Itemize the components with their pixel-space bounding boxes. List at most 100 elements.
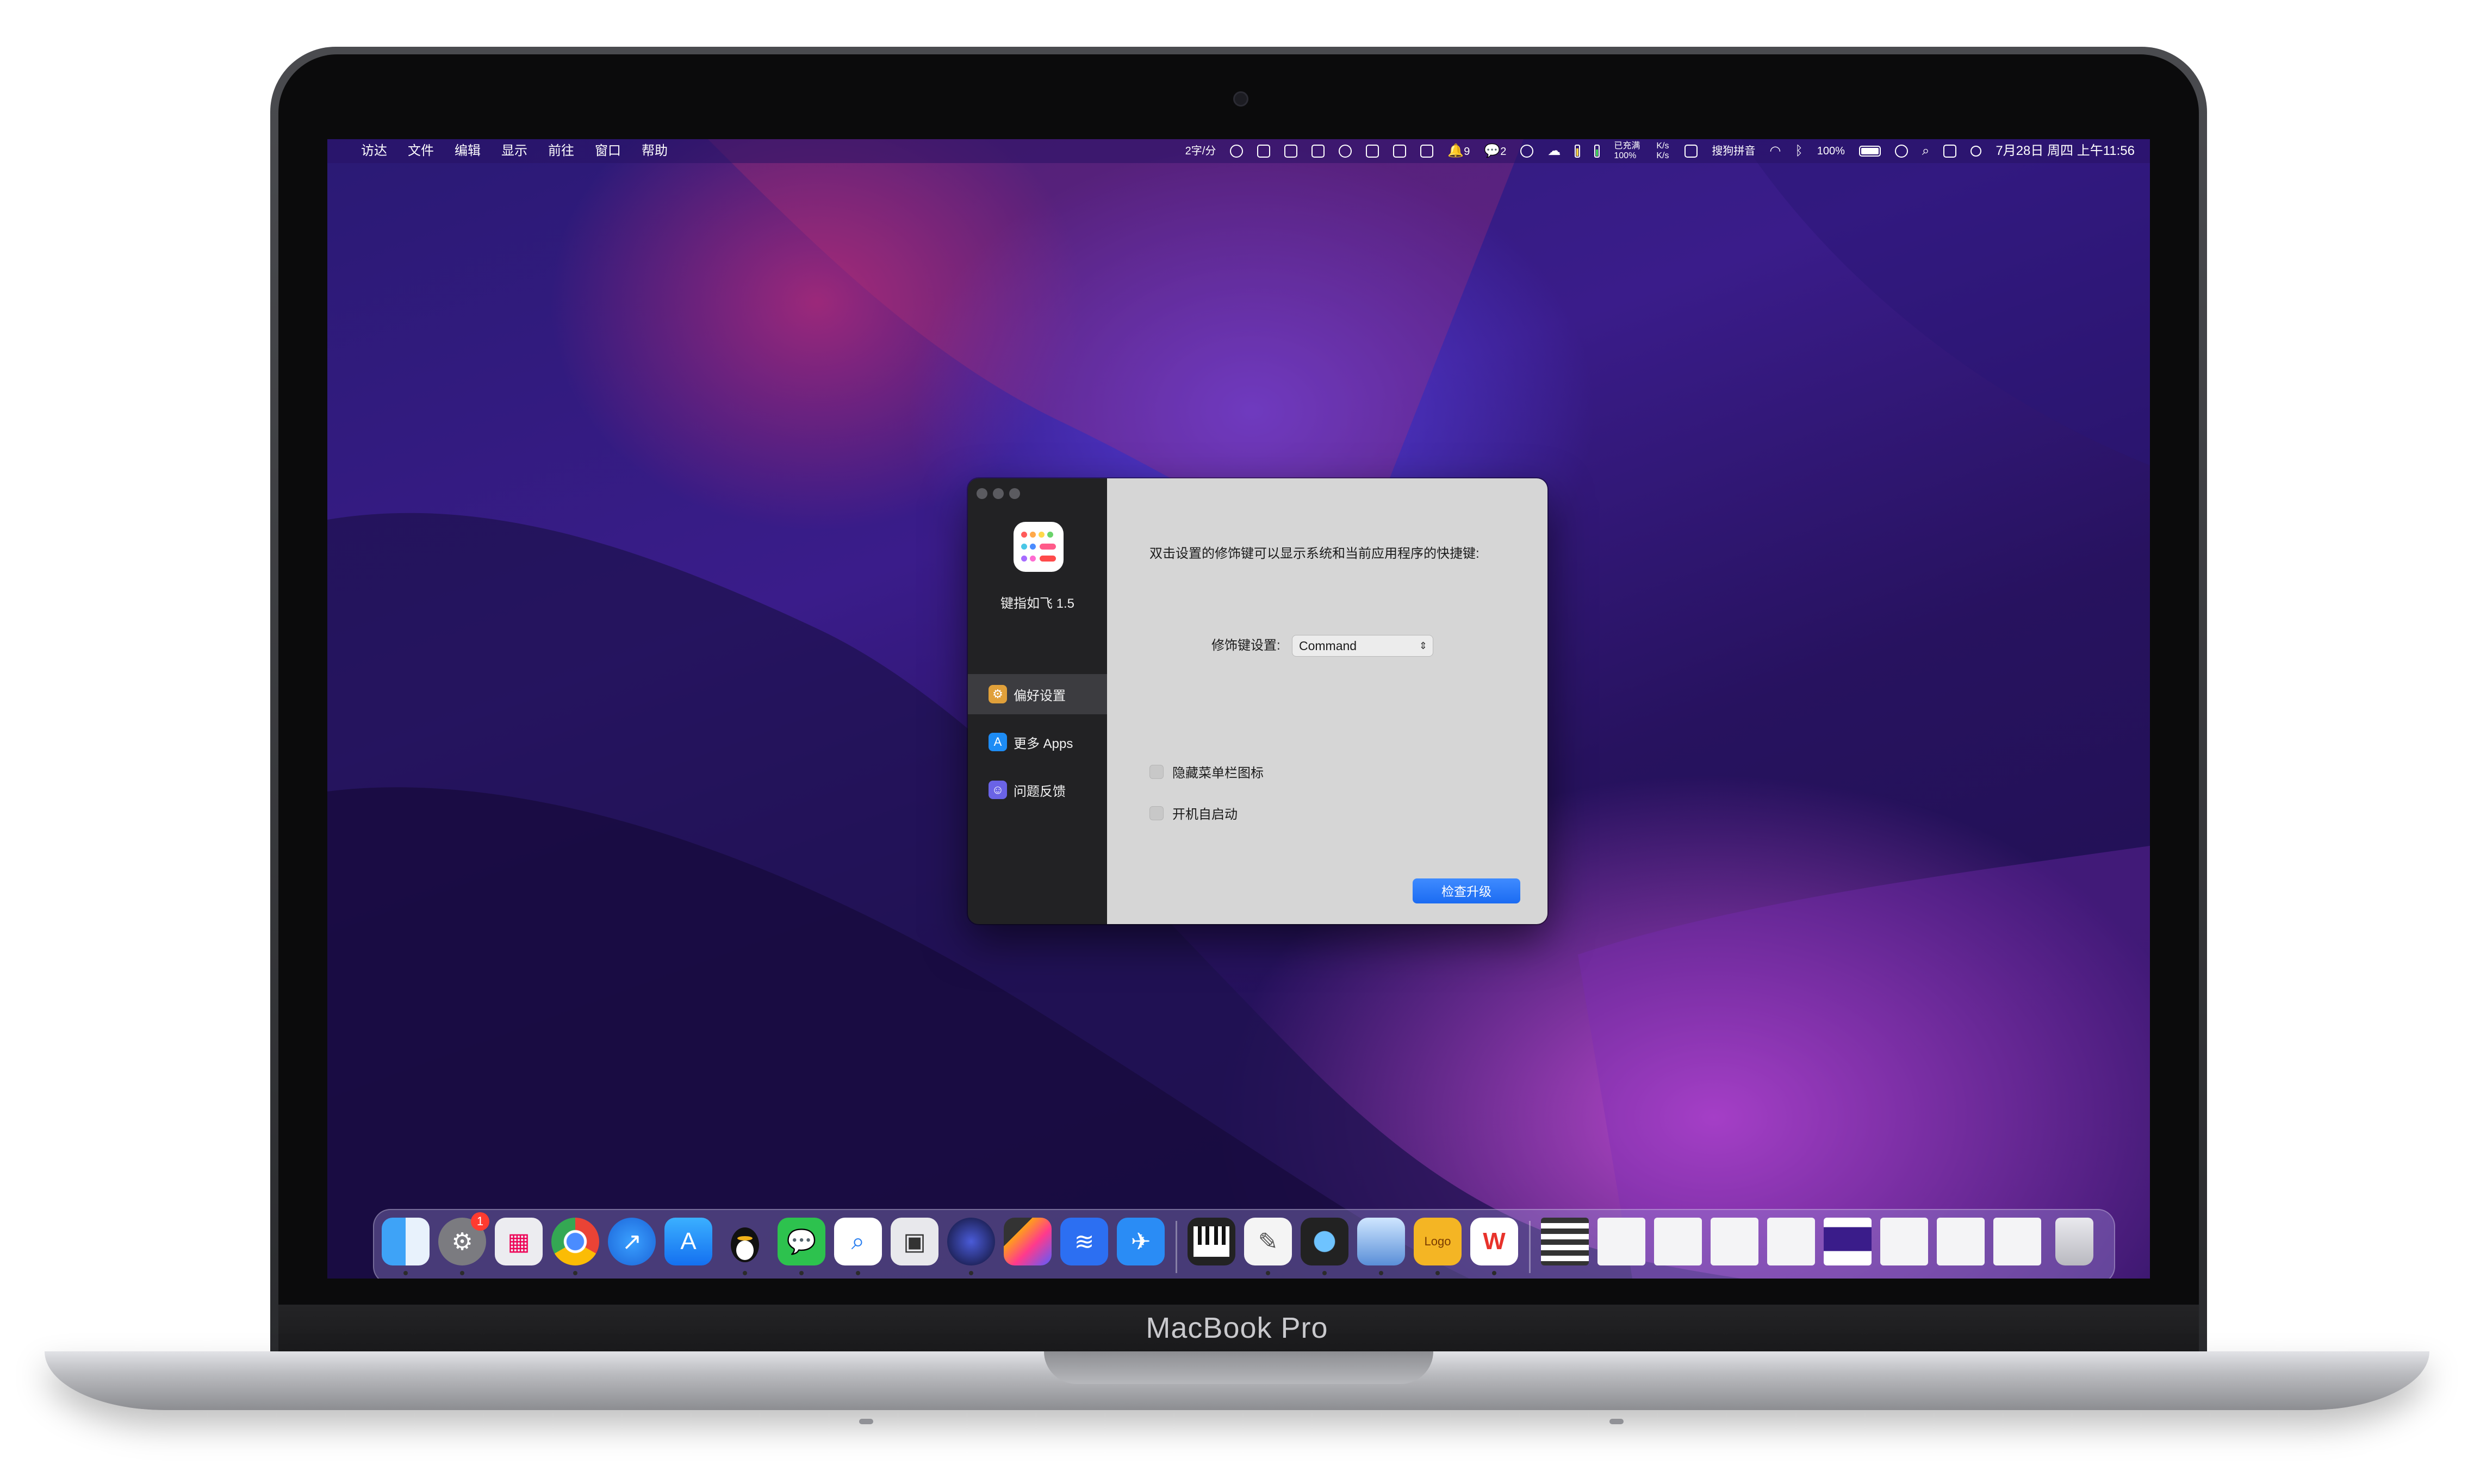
grid-status-icon[interactable] [1393,145,1407,158]
quicklook-icon[interactable]: ⌕ [834,1218,882,1275]
wifi-icon[interactable]: ◠ [1769,139,1781,163]
camera-icon [1233,91,1248,107]
chat-status-icon[interactable] [1520,145,1534,158]
logo-maker-text: Logo [1424,1234,1451,1248]
sidebar-item-label: 更多 Apps [1014,736,1073,751]
bluetooth-icon[interactable]: ᛒ [1795,139,1802,163]
ime-label[interactable]: 搜狗拼音 [1712,139,1755,163]
wechat-count: 2 [1500,145,1507,158]
modifier-select-value: Command [1299,639,1357,653]
minimized-window-thumbnail[interactable] [1711,1218,1758,1265]
app-logo-icon [1014,522,1064,572]
finder-icon[interactable] [382,1218,430,1275]
feedback-icon: ☺ [989,781,1007,799]
qq-icon[interactable] [721,1218,769,1275]
lid-notch [1044,1351,1433,1384]
app-store-icon[interactable]: A [664,1218,712,1265]
wechat-status-icon[interactable]: 💬2 [1484,139,1506,164]
siri-icon[interactable] [1971,146,1982,157]
sidebar-item-label: 问题反馈 [1014,784,1066,799]
sidebar-item-preferences[interactable]: ⚙ 偏好设置 [968,674,1107,714]
chrome-icon[interactable] [551,1218,599,1275]
logo-maker-icon[interactable]: Logo [1414,1218,1462,1275]
cinema4d-icon[interactable] [947,1218,995,1275]
preferences-panel: 双击设置的修饰键可以显示系统和当前应用程序的快捷键: 修饰键设置: Comman… [1107,478,1547,924]
sidebar-item-feedback[interactable]: ☺ 问题反馈 [968,770,1107,810]
lanhu-icon[interactable]: ≋ [1060,1218,1108,1265]
preferences-window: 键指如飞 1.5 ⚙ 偏好设置 A 更多 Apps ☺ 问题反馈 双击设置的修饰… [968,478,1547,924]
user-icon[interactable] [1894,145,1908,158]
menu-bar: 访达 文件 编辑 显示 前往 窗口 帮助 2字/分 🔔9 💬2 ☁ 已充满 10… [327,139,2150,163]
menu-clock[interactable]: 7月28日 周四 上午11:56 [1996,139,2135,163]
tv-status-icon[interactable] [1366,145,1379,158]
modifier-select[interactable]: Command ⇕ [1292,635,1433,657]
quicktime-icon[interactable] [1301,1218,1348,1275]
minimized-window-thumbnail[interactable] [1597,1218,1645,1265]
menu-help[interactable]: 帮助 [642,139,668,163]
cloud-status-icon[interactable]: ☁ [1547,139,1561,163]
close-window-button[interactable] [977,488,987,499]
minimized-window-thumbnail[interactable] [1993,1218,2041,1265]
system-preferences-icon[interactable]: ⚙ 1 [438,1212,489,1275]
image-status-icon[interactable] [1420,145,1434,158]
typing-speed-status[interactable]: 2字/分 [1185,139,1216,163]
menu-window[interactable]: 窗口 [595,139,621,163]
notification-bell-icon[interactable]: 🔔9 [1447,139,1470,164]
testflight-icon[interactable]: ✈ [1117,1218,1165,1265]
word-status-icon[interactable] [1311,145,1325,158]
launchpad-icon[interactable]: ▦ [495,1218,543,1265]
battery-icon[interactable] [1858,146,1881,157]
vpn-status-icon[interactable] [1339,145,1352,158]
final-cut-icon[interactable] [1004,1218,1052,1265]
safari-icon[interactable]: ↗ [608,1218,656,1265]
minimized-window-thumbnail[interactable] [1541,1218,1589,1265]
charge-status[interactable]: 已充满 100% [1614,141,1642,161]
chevron-updown-icon: ⇕ [1419,640,1427,651]
launch-at-login-option[interactable]: 开机自启动 [1149,803,1238,822]
notification-badge: 1 [471,1212,489,1231]
menu-finder[interactable]: 访达 [361,139,387,163]
trash-icon[interactable] [2055,1218,2093,1265]
menu-go[interactable]: 前往 [548,139,574,163]
base-foot [859,1419,873,1424]
check-update-button[interactable]: 检查升级 [1413,878,1520,903]
screenshot-icon[interactable]: ▣ [891,1218,938,1265]
emoji-status-icon[interactable] [1230,145,1244,158]
minimize-window-button[interactable] [993,488,1004,499]
minimized-window-thumbnail[interactable] [1880,1218,1928,1265]
desktop-screen: 访达 文件 编辑 显示 前往 窗口 帮助 2字/分 🔔9 💬2 ☁ 已充满 10… [327,139,2150,1279]
textedit-icon[interactable]: ✎ [1244,1218,1292,1275]
model-label: MacBook Pro [1146,1312,1328,1344]
app-name-version: 键指如飞 1.5 [1000,596,1075,611]
wps-icon[interactable]: W [1470,1218,1518,1275]
menu-view[interactable]: 显示 [501,139,527,163]
control-center-icon[interactable] [1943,145,1957,158]
minimized-window-thumbnail[interactable] [1767,1218,1815,1265]
window-status-icon[interactable] [1284,145,1298,158]
piano-icon[interactable] [1188,1218,1235,1265]
cpu-bar-icon [1575,145,1581,158]
sidebar-item-label: 偏好设置 [1014,688,1066,703]
zoom-window-button[interactable] [1009,488,1020,499]
minimized-window-thumbnail[interactable] [1824,1218,1872,1265]
gear-icon: ⚙ [989,685,1007,703]
hide-menubar-checkbox[interactable] [1149,764,1164,779]
window-sidebar: 键指如飞 1.5 ⚙ 偏好设置 A 更多 Apps ☺ 问题反馈 [968,478,1107,924]
battery-percent[interactable]: 100% [1817,139,1845,163]
minimized-window-thumbnail[interactable] [1654,1218,1702,1265]
launch-at-login-checkbox[interactable] [1149,806,1164,820]
sidebar-item-more-apps[interactable]: A 更多 Apps [968,722,1107,762]
network-speed[interactable]: K/s K/s [1656,141,1670,161]
wechat-icon[interactable]: 💬 [778,1218,825,1275]
menu-file[interactable]: 文件 [408,139,434,163]
dock-separator [1176,1221,1177,1273]
dock-separator [1529,1221,1531,1273]
spotlight-search-icon[interactable]: ⌕ [1922,139,1929,163]
base-foot [1609,1419,1624,1424]
clipboard-status-icon[interactable] [1257,145,1271,158]
hide-menubar-option[interactable]: 隐藏菜单栏图标 [1149,762,1264,781]
sogou-ime-icon[interactable] [1684,145,1698,158]
menu-edit[interactable]: 编辑 [455,139,481,163]
minimized-window-thumbnail[interactable] [1937,1218,1985,1265]
preview-icon[interactable] [1357,1218,1405,1275]
